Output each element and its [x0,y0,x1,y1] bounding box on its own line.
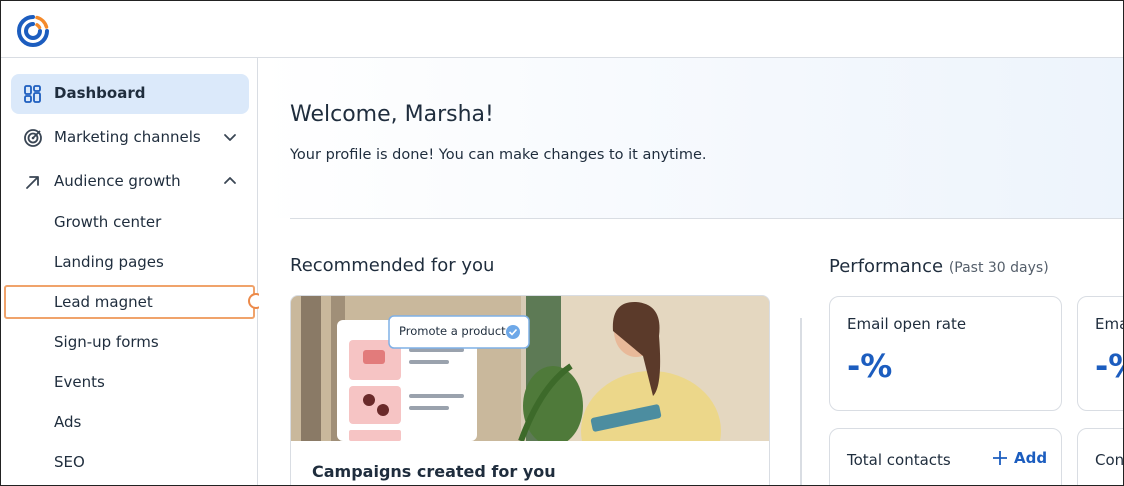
metric-card-email-open-rate[interactable]: Email open rate -% [829,296,1062,411]
section-divider [800,318,802,485]
metric-card-email[interactable]: Ema -% [1077,296,1123,411]
metric-label: Total contacts [847,451,951,469]
sidebar: Dashboard Marketing channels Audience gr… [1,58,258,485]
constant-contact-logo-icon[interactable] [15,13,51,49]
performance-title-text: Performance [829,256,944,277]
recommended-card[interactable]: Promote a product Campaigns created for … [290,295,770,485]
performance-subtitle: (Past 30 days) [948,260,1049,276]
performance-title: Performance (Past 30 days) [829,256,1049,277]
sidebar-subitem-landing-pages[interactable]: Landing pages [54,253,164,271]
sidebar-item-label: Marketing channels [54,128,201,146]
sidebar-item-audience-growth[interactable]: Audience growth [11,162,249,202]
welcome-banner: Welcome, Marsha! Your profile is done! Y… [259,58,1123,218]
divider [290,218,1123,219]
top-bar [1,1,1123,58]
sidebar-subitem-seo[interactable]: SEO [54,453,85,471]
card-caption: Campaigns created for you [312,462,556,481]
sidebar-item-label: Audience growth [54,172,181,190]
callout-highlight-box [4,285,255,319]
page-title: Welcome, Marsha! [290,102,494,127]
chevron-up-icon[interactable] [221,172,239,190]
sidebar-subitem-events[interactable]: Events [54,373,105,391]
metric-label: Con [1095,451,1124,469]
sidebar-item-dashboard[interactable]: Dashboard [11,74,249,114]
main-content: Welcome, Marsha! Your profile is done! Y… [259,58,1124,485]
add-label: Add [1014,449,1048,467]
recommended-title: Recommended for you [290,255,495,276]
app-window: Dashboard Marketing channels Audience gr… [0,0,1124,486]
metric-value: -% [847,347,893,385]
add-contacts-button[interactable]: Add [992,449,1047,467]
sidebar-subitem-ads[interactable]: Ads [54,413,81,431]
metric-card-con[interactable]: Con [1077,428,1124,485]
profile-message: Your profile is done! You can make chang… [290,147,707,163]
metric-card-total-contacts[interactable]: Total contacts Add [829,428,1062,485]
sidebar-subitem-growth-center[interactable]: Growth center [54,213,161,231]
arrow-up-right-icon [26,176,39,189]
sidebar-item-marketing-channels[interactable]: Marketing channels [11,118,249,158]
sidebar-subitem-sign-up-forms[interactable]: Sign-up forms [54,333,159,351]
metric-value: -% [1095,347,1123,385]
promote-badge-label: Promote a product [399,324,506,338]
chevron-down-icon[interactable] [221,128,239,146]
campaign-illustration-image [291,296,769,441]
metric-label: Ema [1095,315,1123,333]
target-icon [24,129,42,147]
sidebar-item-label: Dashboard [54,84,146,102]
plus-icon [993,451,1007,465]
metric-label: Email open rate [847,315,967,333]
dashboard-icon [24,85,41,103]
